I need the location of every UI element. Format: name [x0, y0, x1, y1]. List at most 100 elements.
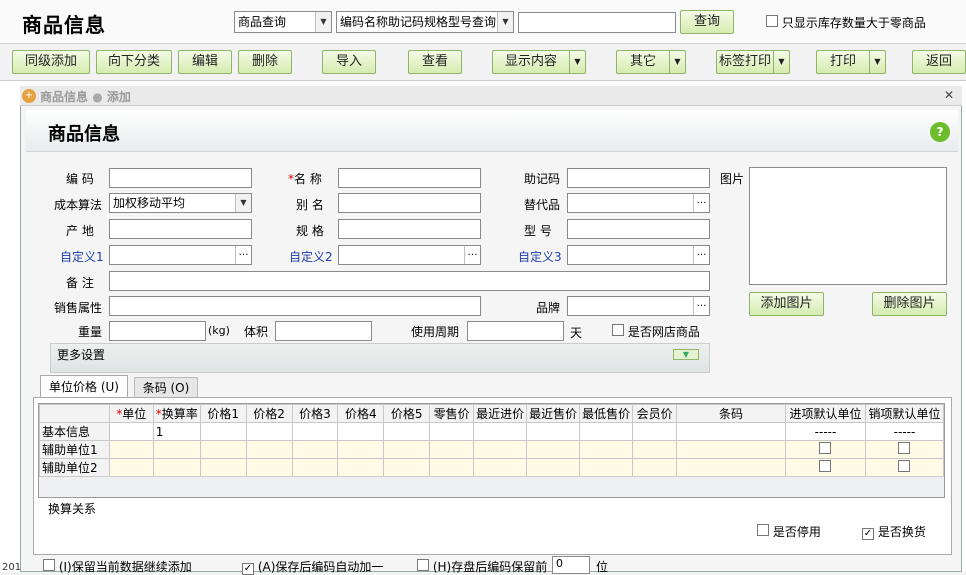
table-cell[interactable]	[526, 458, 581, 477]
unit-price-grid[interactable]: *单位 *换算率 价格1 价格2 价格3 价格4 价格5 零售价 最近进价 最近售价 最低售价 会员价…	[38, 403, 945, 498]
column-header[interactable]: 零售价	[429, 404, 475, 423]
table-cell[interactable]	[864, 458, 944, 477]
table-cell[interactable]	[199, 440, 247, 459]
table-cell[interactable]	[108, 440, 154, 459]
online-store-checkbox[interactable]	[612, 324, 624, 336]
same-level-add-button[interactable]: 同级添加	[12, 50, 90, 74]
table-cell[interactable]	[676, 440, 787, 459]
origin-input[interactable]	[109, 219, 252, 239]
column-header[interactable]: *换算率	[152, 404, 201, 423]
search-button[interactable]: 查询	[680, 10, 734, 34]
default-unit-checkbox[interactable]	[819, 460, 832, 472]
ellipsis-icon[interactable]: …	[464, 246, 480, 264]
column-header[interactable]: 最近售价	[526, 404, 581, 423]
keep-data-option[interactable]: (I)保留当前数据继续添加	[43, 558, 192, 575]
custom2-label[interactable]: 自定义2	[289, 248, 333, 265]
table-row[interactable]: 辅助单位1	[39, 440, 944, 459]
table-cell[interactable]	[429, 440, 475, 459]
default-unit-checkbox[interactable]	[819, 442, 832, 454]
table-cell[interactable]	[337, 458, 385, 477]
table-cell[interactable]	[429, 458, 475, 477]
column-header[interactable]: *单位	[108, 404, 154, 423]
import-button[interactable]: 导入	[322, 50, 376, 74]
delete-image-button[interactable]: 删除图片	[872, 292, 947, 316]
label-print-button[interactable]: 标签打印 ▼	[716, 50, 790, 74]
disabled-checkbox[interactable]	[757, 524, 769, 536]
back-button[interactable]: 返回	[912, 50, 966, 74]
column-header[interactable]	[39, 404, 110, 423]
ellipsis-icon[interactable]: …	[693, 194, 709, 212]
period-input[interactable]	[467, 321, 564, 341]
table-cell[interactable]	[199, 458, 247, 477]
table-cell[interactable]	[473, 422, 528, 441]
weight-input[interactable]	[109, 321, 206, 341]
table-cell[interactable]: -----	[864, 422, 944, 441]
table-cell[interactable]	[337, 422, 385, 441]
online-store-option[interactable]: 是否网店商品	[612, 323, 700, 340]
auto-increment-option[interactable]: ✓ (A)保存后编码自动加一	[242, 558, 383, 575]
column-header[interactable]: 销项默认单位	[864, 404, 944, 423]
keep-code-stepper[interactable]: 0	[552, 556, 590, 574]
delete-button[interactable]: 删除	[238, 50, 292, 74]
column-header[interactable]: 进项默认单位	[785, 404, 866, 423]
display-content-button[interactable]: 显示内容 ▼	[492, 50, 586, 74]
substitute-input[interactable]: …	[567, 193, 710, 213]
table-cell[interactable]	[632, 422, 678, 441]
table-cell[interactable]	[864, 440, 944, 459]
model-input[interactable]	[567, 219, 710, 239]
print-button[interactable]: 打印 ▼	[816, 50, 886, 74]
mnemonic-input[interactable]	[567, 168, 710, 188]
table-cell[interactable]: 1	[152, 422, 201, 441]
column-header[interactable]: 价格3	[291, 404, 339, 423]
table-cell[interactable]	[199, 422, 247, 441]
code-input[interactable]	[109, 168, 252, 188]
sales-attr-input[interactable]	[109, 296, 481, 316]
column-header[interactable]: 条码	[676, 404, 787, 423]
custom3-input[interactable]: …	[567, 245, 710, 265]
exchange-option[interactable]: ✓ 是否换货	[862, 523, 926, 540]
table-cell[interactable]	[785, 440, 866, 459]
exchange-checkbox[interactable]: ✓	[862, 528, 874, 540]
tab-unit-price[interactable]: 单位价格 (U)	[40, 375, 128, 398]
table-cell[interactable]	[291, 458, 339, 477]
table-cell[interactable]	[383, 422, 431, 441]
table-cell[interactable]	[245, 440, 293, 459]
ellipsis-icon[interactable]: …	[235, 246, 251, 264]
table-cell[interactable]	[108, 422, 154, 441]
stock-filter[interactable]: 只显示库存数量大于零商品	[766, 14, 926, 31]
table-cell[interactable]	[245, 458, 293, 477]
search-field-select[interactable]: 编码名称助记码规格型号查询 ▼	[336, 11, 514, 33]
table-cell[interactable]	[152, 440, 201, 459]
table-cell[interactable]	[579, 440, 634, 459]
custom3-label[interactable]: 自定义3	[518, 248, 562, 265]
table-cell[interactable]	[108, 458, 154, 477]
table-cell[interactable]: -----	[785, 422, 866, 441]
table-cell[interactable]	[152, 458, 201, 477]
column-header[interactable]: 价格5	[383, 404, 431, 423]
column-header[interactable]: 最近进价	[473, 404, 528, 423]
table-cell[interactable]	[337, 440, 385, 459]
table-cell[interactable]	[383, 440, 431, 459]
table-cell[interactable]	[676, 458, 787, 477]
default-unit-checkbox[interactable]	[898, 460, 911, 472]
table-cell[interactable]	[579, 422, 634, 441]
table-cell[interactable]	[473, 440, 528, 459]
add-image-button[interactable]: 添加图片	[749, 292, 824, 316]
table-cell[interactable]	[632, 440, 678, 459]
stock-filter-checkbox[interactable]	[766, 15, 778, 27]
table-row[interactable]: 辅助单位2	[39, 458, 944, 477]
table-row[interactable]: 基本信息 1 ----- -----	[39, 422, 944, 441]
remark-input[interactable]	[109, 271, 710, 291]
disabled-option[interactable]: 是否停用	[757, 523, 821, 540]
help-icon[interactable]: ?	[930, 122, 950, 142]
unit-price-table[interactable]: *单位 *换算率 价格1 价格2 价格3 价格4 价格5 零售价 最近进价 最近售价 最低售价 会员价…	[39, 404, 944, 477]
add-sub-category-button[interactable]: 向下分类	[96, 50, 172, 74]
column-header[interactable]: 价格2	[245, 404, 293, 423]
column-header[interactable]: 价格1	[199, 404, 247, 423]
column-header[interactable]: 最低售价	[579, 404, 634, 423]
table-cell[interactable]	[526, 440, 581, 459]
view-button[interactable]: 查看	[408, 50, 462, 74]
table-cell[interactable]	[291, 422, 339, 441]
table-cell[interactable]	[579, 458, 634, 477]
table-cell[interactable]	[383, 458, 431, 477]
